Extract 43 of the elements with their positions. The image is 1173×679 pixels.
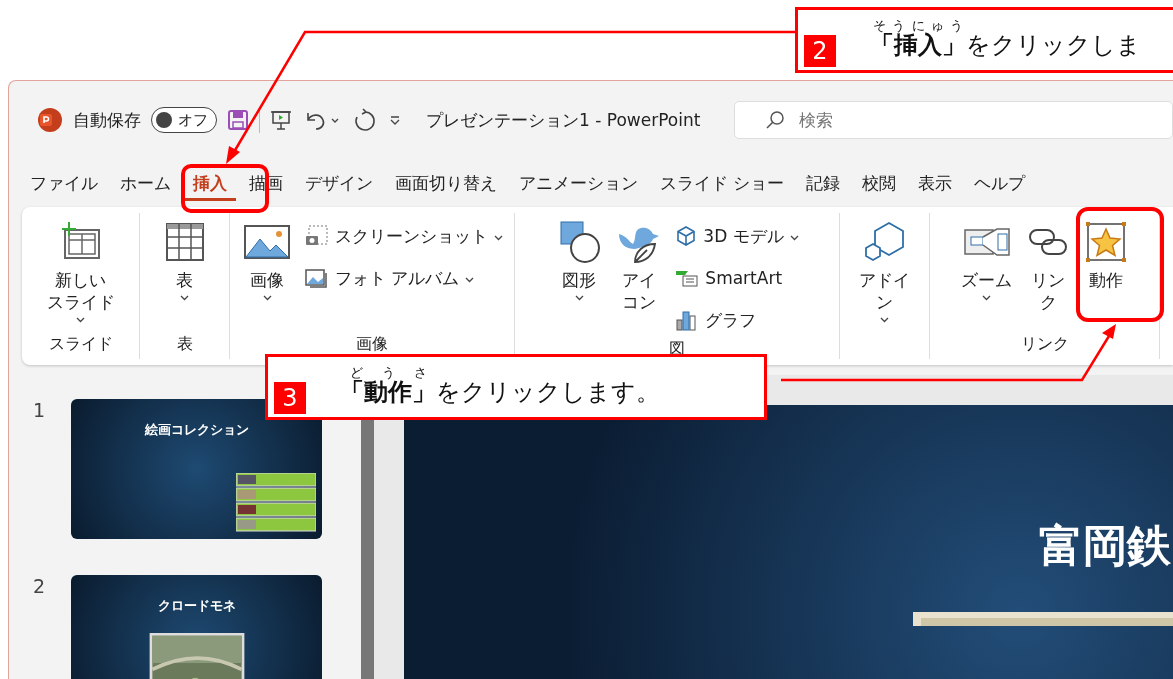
callout-text: 「挿入」 そうにゅう をクリックしま [870, 19, 1141, 61]
ribbon-button[interactable]: 画像 [237, 213, 297, 334]
ribbon-button[interactable]: 図形 [551, 213, 608, 339]
ribbon-button[interactable]: 3D モデル [671, 217, 803, 255]
ribbon-button[interactable]: スクリーンショット [301, 217, 507, 255]
group-label: スライド [48, 334, 113, 355]
callout-text: 「動作」 どうさ をクリックします。 [340, 366, 660, 408]
slide-number: 2 [33, 575, 45, 599]
ribbon-tab[interactable]: デザイン [296, 165, 382, 201]
slide-canvas[interactable]: 富岡鉄 [404, 405, 1173, 679]
slide-thumbnail[interactable]: クロードモネ [71, 575, 322, 679]
window-title: プレゼンテーション1 - PowerPoint [426, 108, 701, 132]
slide-number: 1 [33, 399, 45, 423]
ribbon-button[interactable]: ズーム [955, 213, 1018, 334]
ribbon-button[interactable]: リン ク [1022, 213, 1074, 334]
ribbon-tab[interactable]: アニメーション [510, 165, 647, 201]
search-input[interactable]: 検索 [797, 109, 1002, 131]
ribbon-tab[interactable]: 表示 [909, 165, 962, 201]
group-label: リンク [1020, 334, 1069, 355]
ribbon-tab[interactable]: 挿入 [184, 165, 236, 201]
ribbon-tab[interactable]: ヘルプ [965, 165, 1035, 201]
autosave-toggle[interactable]: オフ [151, 107, 217, 133]
step-number: 2 [804, 35, 836, 67]
ribbon-tab[interactable]: 校閲 [853, 165, 906, 201]
ribbon-button[interactable]: 動作 [1078, 213, 1134, 334]
ribbon-button[interactable]: SmartArt [671, 259, 803, 297]
ribbon-tab[interactable]: ファイル [21, 165, 107, 201]
ribbon-button[interactable]: アドイ ン [853, 213, 916, 359]
search-field[interactable]: 検索 [734, 101, 1173, 139]
ribbon-tab[interactable]: スライド ショー [651, 165, 794, 201]
group-label: 表 [176, 334, 193, 355]
ribbon-button[interactable]: 表 [156, 213, 213, 334]
ribbon-tab[interactable]: ホーム [111, 165, 180, 201]
group-label: 画像 [356, 334, 388, 355]
ribbon-button[interactable]: グラフ [671, 301, 803, 339]
autosave-label: 自動保存 [73, 108, 141, 132]
ribbon-tab[interactable]: 記録 [797, 165, 850, 201]
ribbon-button[interactable]: 新しい スライド [40, 213, 121, 334]
ribbon-tab[interactable]: 画面切り替え [386, 165, 506, 201]
step-number: 3 [274, 382, 306, 414]
ribbon-button[interactable]: フォト アルバム [301, 259, 507, 297]
ribbon-button[interactable]: アイ コン [611, 213, 668, 339]
slide-title: 富岡鉄 [1039, 519, 1171, 573]
